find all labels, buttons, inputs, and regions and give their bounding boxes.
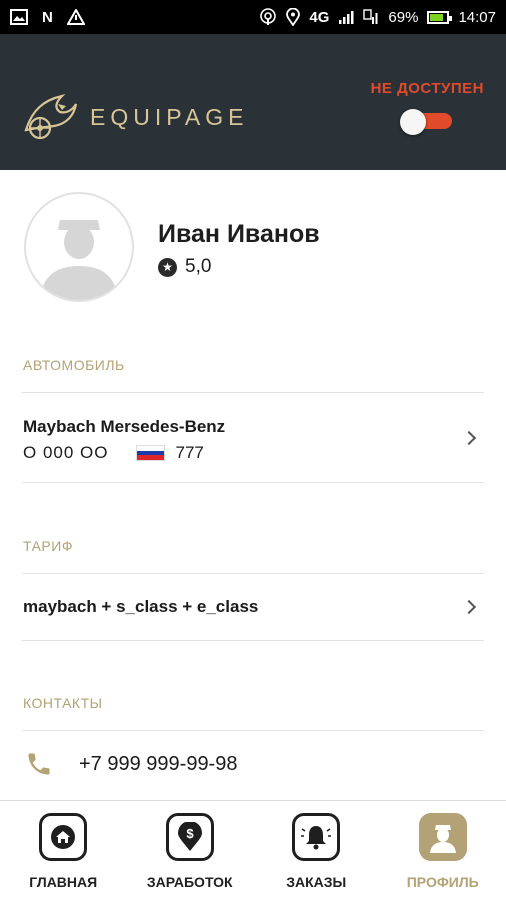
alert-icon bbox=[66, 9, 85, 25]
earnings-icon: $ bbox=[165, 813, 214, 861]
logo-text: EQUIPAGE bbox=[90, 103, 249, 130]
sim-signal-icon bbox=[363, 9, 378, 24]
status-right: 4G 69% 14:07 bbox=[259, 8, 496, 26]
rating-value: 5,0 bbox=[185, 256, 212, 277]
chevron-right-icon bbox=[461, 430, 477, 446]
availability-toggle[interactable] bbox=[400, 109, 454, 135]
nav-item-home[interactable]: ГЛАВНАЯ bbox=[0, 801, 127, 900]
divider bbox=[22, 730, 484, 731]
avatar[interactable] bbox=[24, 192, 134, 302]
nav-label: ЗАКАЗЫ bbox=[286, 874, 347, 890]
car-plate: О 000 ОО 777 bbox=[23, 443, 204, 463]
plate-region: 777 bbox=[175, 443, 204, 462]
image-icon bbox=[10, 9, 28, 25]
divider bbox=[22, 482, 484, 483]
bottom-navigation: ГЛАВНАЯ $ ЗАРАБОТОК ЗАКАЗЫ ПРОФИЛЬ bbox=[0, 800, 506, 900]
tariff-section-title: ТАРИФ bbox=[23, 538, 73, 554]
car-model: Maybach Mersedes-Benz bbox=[23, 417, 226, 436]
user-rating: ★ 5,0 bbox=[158, 256, 211, 278]
phone-number: +7 999 999-99-98 bbox=[79, 753, 238, 775]
nav-label: ЗАРАБОТОК bbox=[146, 874, 233, 890]
contacts-section-title: КОНТАКТЫ bbox=[23, 695, 103, 711]
nav-item-earnings[interactable]: $ ЗАРАБОТОК bbox=[127, 801, 254, 900]
divider bbox=[22, 640, 484, 641]
car-section-title: АВТОМОБИЛЬ bbox=[23, 357, 125, 373]
svg-text:$: $ bbox=[186, 826, 194, 841]
russia-flag-icon bbox=[136, 445, 166, 461]
home-icon bbox=[39, 813, 88, 861]
tariff-row[interactable]: maybach + s_class + e_class bbox=[0, 597, 506, 621]
location-icon bbox=[286, 8, 301, 26]
divider bbox=[22, 573, 484, 574]
user-name: Иван Иванов bbox=[158, 220, 320, 248]
phone-row[interactable]: +7 999 999-99-98 bbox=[0, 750, 506, 782]
car-row[interactable]: Maybach Mersedes-Benz О 000 ОО 777 bbox=[0, 417, 506, 467]
plate-number: О 000 ОО bbox=[23, 443, 109, 462]
hotspot-icon bbox=[260, 8, 277, 25]
network-type: 4G bbox=[309, 8, 330, 26]
brand-logo: EQUIPAGE bbox=[22, 90, 248, 144]
nav-item-profile[interactable]: ПРОФИЛЬ bbox=[380, 801, 506, 900]
bell-icon bbox=[292, 813, 341, 861]
star-icon: ★ bbox=[158, 257, 177, 277]
profile-card: Иван Иванов ★ 5,0 bbox=[0, 170, 506, 320]
profile-icon bbox=[418, 813, 467, 861]
nav-item-orders[interactable]: ЗАКАЗЫ bbox=[253, 801, 380, 900]
app-header: EQUIPAGE НЕ ДОСТУПЕН bbox=[0, 34, 506, 170]
status-left: N bbox=[10, 9, 85, 26]
divider bbox=[22, 392, 484, 393]
toggle-knob bbox=[400, 109, 427, 135]
battery-icon bbox=[427, 10, 453, 24]
nav-label: ГЛАВНАЯ bbox=[29, 874, 98, 890]
status-bar: N 4G 69% 14:07 bbox=[0, 0, 506, 34]
signal-icon bbox=[339, 11, 354, 24]
availability-label: НЕ ДОСТУПЕН bbox=[370, 80, 484, 97]
phone-icon bbox=[28, 753, 50, 775]
status-time: 14:07 bbox=[458, 8, 496, 26]
battery-percent: 69% bbox=[388, 8, 419, 26]
availability-control: НЕ ДОСТУПЕН bbox=[370, 80, 484, 135]
nav-label: ПРОФИЛЬ bbox=[406, 874, 479, 890]
logo-emblem-icon bbox=[24, 94, 78, 140]
tariff-value: maybach + s_class + e_class bbox=[23, 597, 259, 616]
default-avatar-icon bbox=[40, 220, 118, 300]
notification-n-icon: N bbox=[42, 8, 53, 26]
chevron-right-icon bbox=[461, 599, 477, 615]
